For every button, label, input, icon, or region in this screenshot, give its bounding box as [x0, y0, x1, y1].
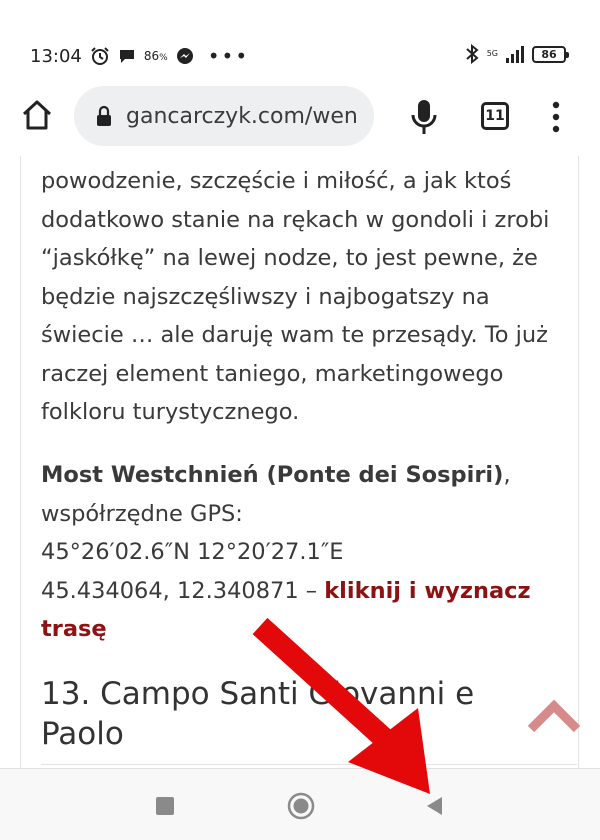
- location-block: Most Westchnień (Ponte dei Sospiri), wsp…: [41, 456, 561, 649]
- home-icon[interactable]: [20, 98, 54, 132]
- content-border-left: [20, 156, 21, 768]
- tab-switcher-button[interactable]: 11: [481, 102, 509, 130]
- battery-level: 86: [541, 47, 557, 61]
- gps-decimal: 45.434064, 12.340871: [41, 577, 299, 604]
- status-right: 5G 86: [465, 44, 569, 64]
- browser-toolbar: gancarczyk.com/wen 11: [0, 80, 600, 156]
- network-type: 5G: [486, 49, 498, 58]
- divider: [41, 764, 577, 765]
- gps-label: współrzędne GPS:: [41, 500, 243, 527]
- scroll-to-top-icon[interactable]: [526, 696, 582, 734]
- messenger-icon: [176, 48, 193, 64]
- section-heading: 13. Campo Santi Giovanni e Paolo: [41, 676, 475, 752]
- article-paragraph: powodzenie, szczęście i miłość, a jak kt…: [41, 168, 550, 425]
- signal-icon: [506, 45, 524, 63]
- status-time: 13:04: [30, 45, 82, 67]
- url-text: gancarczyk.com/wen: [126, 103, 358, 129]
- overflow-menu-icon[interactable]: [548, 100, 564, 134]
- web-page-content[interactable]: powodzenie, szczęście i miłość, a jak kt…: [0, 156, 600, 768]
- status-left: 13:04 86% •••: [30, 44, 249, 68]
- alarm-icon: [91, 47, 109, 65]
- battery-icon: 86: [532, 45, 569, 63]
- bluetooth-icon: [466, 44, 479, 64]
- more-notifications-icon: •••: [207, 44, 250, 68]
- system-navigation-bar: [0, 768, 600, 840]
- microphone-icon[interactable]: [408, 98, 440, 136]
- gps-decimal-line: 45.434064, 12.340871 – kliknij i wyznacz…: [41, 577, 531, 643]
- recent-apps-icon[interactable]: [156, 797, 174, 815]
- location-title-line: Most Westchnień (Ponte dei Sospiri),: [41, 462, 511, 488]
- tab-count: 11: [485, 108, 505, 124]
- home-circle-icon[interactable]: [287, 792, 315, 820]
- status-bar: 13:04 86% ••• 5G 86: [0, 0, 600, 80]
- chat-bubble-icon: [119, 50, 134, 63]
- location-name: Most Westchnień (Ponte dei Sospiri): [41, 462, 504, 488]
- content-border-right: [578, 156, 579, 768]
- address-bar[interactable]: gancarczyk.com/wen: [74, 86, 374, 146]
- notification-percent: 86%: [143, 49, 168, 63]
- back-icon[interactable]: [424, 795, 444, 817]
- lock-icon: [97, 105, 111, 126]
- gps-dms: 45°26′02.6″N 12°20′27.1″E: [41, 539, 344, 565]
